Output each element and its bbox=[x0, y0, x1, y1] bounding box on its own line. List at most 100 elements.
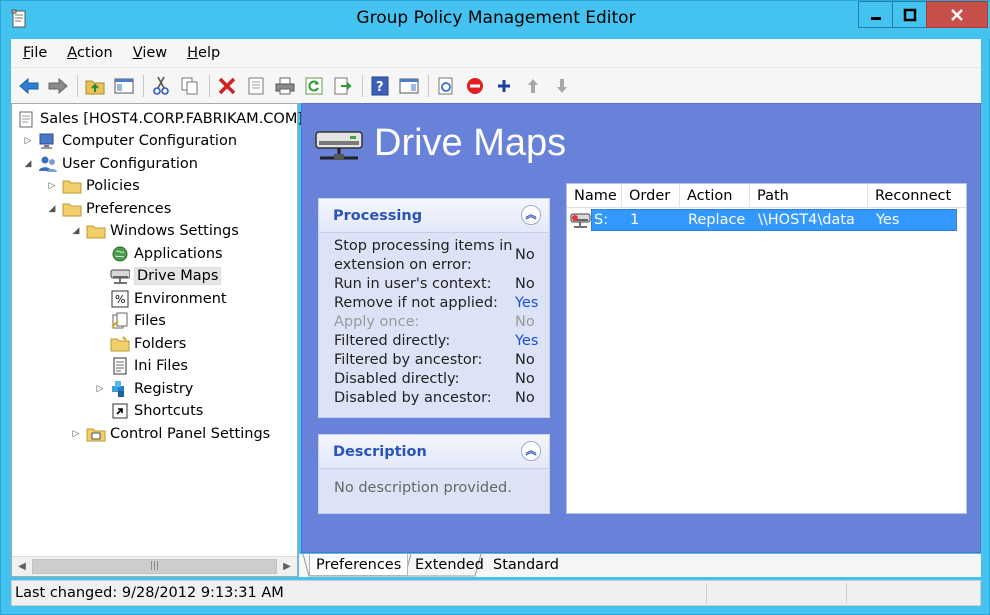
refresh-button[interactable] bbox=[302, 74, 326, 98]
processing-value: No bbox=[515, 314, 535, 330]
column-name[interactable]: Name bbox=[567, 184, 622, 208]
column-reconnect[interactable]: Reconnect bbox=[868, 184, 966, 208]
help-button[interactable]: ? bbox=[368, 74, 392, 98]
processing-label: Apply once: bbox=[334, 314, 420, 330]
menu-help[interactable]: Help bbox=[177, 45, 230, 61]
tree-item-label: Windows Settings bbox=[110, 222, 239, 239]
title-bar[interactable]: Group Policy Management Editor bbox=[1, 1, 990, 39]
processing-row: Stop processing items in extension on err… bbox=[319, 237, 549, 275]
processing-label-line2: extension on error: bbox=[334, 257, 472, 273]
collapse-icon[interactable]: ◢ bbox=[70, 226, 82, 236]
description-panel: Description ︽ No description provided. bbox=[318, 434, 550, 514]
collapse-icon[interactable]: ◢ bbox=[46, 204, 58, 214]
scroll-thumb[interactable]: ||| bbox=[32, 559, 277, 574]
tree-item-computer-configuration[interactable]: ▷ Computer Configuration bbox=[22, 130, 237, 151]
maximize-button[interactable] bbox=[892, 1, 927, 28]
column-order[interactable]: Order bbox=[622, 184, 680, 208]
processing-value: No bbox=[515, 371, 535, 387]
forward-button[interactable] bbox=[46, 74, 70, 98]
back-button[interactable] bbox=[17, 74, 41, 98]
new-item-button[interactable] bbox=[434, 74, 458, 98]
tab-extended[interactable]: Extended bbox=[409, 554, 490, 576]
processing-row: Remove if not applied: Yes bbox=[319, 294, 549, 313]
expand-icon[interactable]: ▷ bbox=[22, 136, 34, 146]
menu-action[interactable]: Action bbox=[57, 45, 122, 61]
description-header[interactable]: Description ︽ bbox=[319, 435, 549, 469]
tab-standard[interactable]: Standard bbox=[487, 554, 565, 576]
tree-item-policies[interactable]: ▷ Policies bbox=[46, 175, 140, 196]
view-tabs: Preferences Extended Standard bbox=[299, 554, 981, 577]
move-down-button[interactable] bbox=[550, 74, 574, 98]
print-button[interactable] bbox=[273, 74, 297, 98]
copy-button[interactable] bbox=[178, 74, 202, 98]
tree-item-label: User Configuration bbox=[62, 155, 198, 172]
export-list-icon bbox=[334, 77, 352, 94]
folder-icon bbox=[62, 177, 82, 195]
toolbar: ? bbox=[11, 67, 981, 103]
tree-item-folders[interactable]: Folders bbox=[110, 333, 186, 354]
move-up-icon bbox=[528, 78, 538, 93]
close-button[interactable] bbox=[926, 1, 988, 28]
toolbar-separator bbox=[77, 74, 78, 97]
disable-button[interactable] bbox=[463, 74, 487, 98]
expand-icon[interactable]: ▷ bbox=[70, 429, 82, 439]
collapse-icon[interactable]: ︽ bbox=[521, 205, 541, 225]
up-one-level-button[interactable] bbox=[83, 74, 107, 98]
tree-item-control-panel-settings[interactable]: ▷ Control Panel Settings bbox=[70, 423, 271, 444]
processing-label: Stop processing items in extension on err… bbox=[334, 237, 512, 275]
properties-button[interactable] bbox=[244, 74, 268, 98]
expand-icon[interactable]: ▷ bbox=[94, 384, 106, 394]
refresh-icon bbox=[305, 77, 323, 94]
app-window: Group Policy Management Editor File Acti… bbox=[0, 0, 990, 615]
delete-button[interactable] bbox=[215, 74, 239, 98]
tree-item-environment[interactable]: % Environment bbox=[110, 288, 227, 309]
collapse-icon[interactable]: ︽ bbox=[521, 441, 541, 461]
tree-item-applications[interactable]: Applications bbox=[110, 243, 223, 264]
back-arrow-icon bbox=[19, 77, 39, 94]
expand-icon[interactable]: ▷ bbox=[46, 181, 58, 191]
environment-icon: % bbox=[110, 290, 130, 308]
cut-button[interactable] bbox=[149, 74, 173, 98]
tree-item-label: Policies bbox=[86, 177, 140, 194]
list-row[interactable]: S: 1 Replace \\HOST4\data Yes bbox=[567, 209, 957, 231]
applications-icon bbox=[110, 245, 130, 263]
tree-item-drive-maps[interactable]: Drive Maps bbox=[110, 265, 222, 286]
column-path[interactable]: Path bbox=[750, 184, 868, 208]
tree-item-preferences[interactable]: ◢ Preferences bbox=[46, 198, 172, 219]
forward-arrow-icon bbox=[48, 77, 68, 94]
console-tree: Sales [HOST4.CORP.FABRIKAM.COM] Policy ▷… bbox=[11, 103, 349, 577]
tree-item-files[interactable]: Files bbox=[110, 310, 166, 331]
processing-value: No bbox=[515, 352, 535, 368]
tree-item-shortcuts[interactable]: Shortcuts bbox=[110, 400, 203, 421]
tree-item-label: Control Panel Settings bbox=[110, 425, 271, 442]
tree-item-label: Computer Configuration bbox=[62, 132, 238, 149]
collapse-icon[interactable]: ◢ bbox=[22, 159, 34, 169]
drive-maps-list[interactable]: Name Order Action Path Reconnect S: 1 Re… bbox=[566, 183, 967, 514]
export-list-button[interactable] bbox=[331, 74, 355, 98]
show-hide-action-pane-button[interactable] bbox=[397, 74, 421, 98]
add-button[interactable] bbox=[492, 74, 516, 98]
column-action[interactable]: Action bbox=[680, 184, 750, 208]
horizontal-scrollbar[interactable]: ◀ ||| ▶ bbox=[12, 556, 297, 576]
minimize-button[interactable] bbox=[858, 1, 893, 28]
move-up-button[interactable] bbox=[521, 74, 545, 98]
scroll-right-icon[interactable]: ▶ bbox=[279, 559, 295, 575]
processing-header[interactable]: Processing ︽ bbox=[319, 199, 549, 233]
tree-item-ini-files[interactable]: Ini Files bbox=[110, 355, 188, 376]
tree-item-user-configuration[interactable]: ◢ User Configuration bbox=[22, 153, 198, 174]
help-icon: ? bbox=[371, 76, 389, 95]
shortcut-icon bbox=[110, 402, 130, 420]
tree-root[interactable]: Sales [HOST4.CORP.FABRIKAM.COM] Policy bbox=[16, 108, 349, 129]
delete-icon bbox=[218, 77, 236, 94]
tree-item-registry[interactable]: ▷ Registry bbox=[94, 378, 193, 399]
menu-view[interactable]: View bbox=[123, 45, 177, 61]
processing-row: Filtered by ancestor: No bbox=[319, 351, 549, 370]
tab-preferences[interactable]: Preferences bbox=[309, 554, 409, 576]
show-hide-console-tree-button[interactable] bbox=[112, 74, 136, 98]
tree-item-label: Folders bbox=[134, 335, 187, 352]
processing-row: Apply once: No bbox=[319, 313, 549, 332]
scroll-left-icon[interactable]: ◀ bbox=[14, 559, 30, 575]
tree-item-windows-settings[interactable]: ◢ Windows Settings bbox=[70, 220, 239, 241]
menu-file[interactable]: File bbox=[13, 45, 57, 61]
disable-icon bbox=[467, 77, 483, 94]
